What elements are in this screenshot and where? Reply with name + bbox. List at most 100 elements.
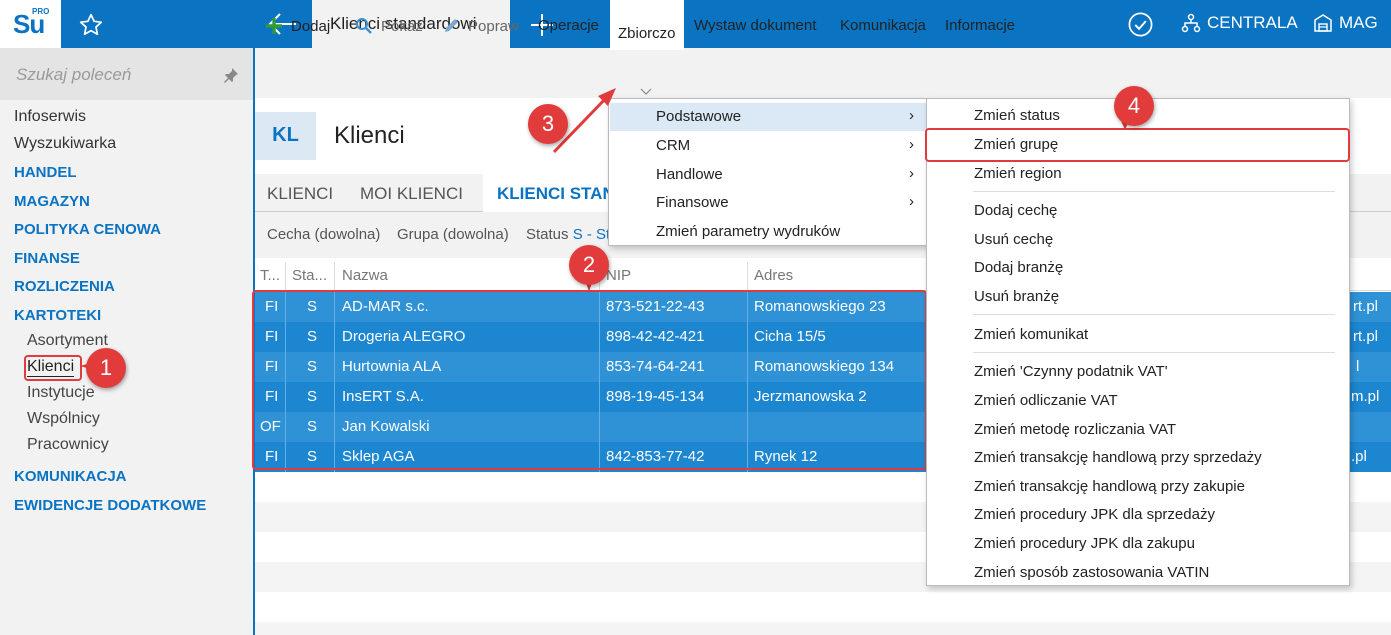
column-nip[interactable]: NIP — [606, 267, 631, 284]
centrala-button[interactable]: CENTRALA — [1181, 13, 1298, 33]
sidebar-section-finanse[interactable]: FINANSE — [14, 250, 80, 267]
logo-sup: PRO — [32, 7, 50, 16]
sidebar-section-magazyn[interactable]: MAGAZYN — [14, 193, 90, 210]
menu-item-dodaj-ceche[interactable]: Dodaj cechę — [974, 202, 1057, 219]
empty-row — [255, 622, 1391, 635]
org-structure-icon — [1181, 13, 1201, 33]
menu-item-crm[interactable]: CRM — [656, 137, 690, 154]
edit-label: Popraw — [468, 17, 519, 35]
column-name[interactable]: Nazwa — [342, 267, 388, 284]
sidebar-item-infoserwis[interactable]: Infoserwis — [14, 108, 86, 126]
menu-item-zmien-status[interactable]: Zmień status — [974, 107, 1060, 124]
sidebar-section-komunikacja[interactable]: KOMUNIKACJA — [14, 468, 127, 485]
column-separator[interactable] — [285, 262, 286, 290]
callout-badge-3: 3 — [528, 104, 568, 144]
bulk-dropdown-menu: Podstawowe › CRM › Handlowe › Finansowe … — [608, 98, 928, 246]
submenu-arrow-icon: › — [909, 136, 914, 153]
menu-item-dodaj-branze[interactable]: Dodaj branżę — [974, 259, 1063, 276]
plus-icon — [266, 18, 282, 34]
column-separator[interactable] — [747, 262, 748, 290]
menu-item-zmien-transakcje-zakup[interactable]: Zmień transakcję handlową przy zakupie — [974, 478, 1245, 495]
column-address[interactable]: Adres — [754, 267, 793, 284]
menu-item-usun-ceche[interactable]: Usuń cechę — [974, 231, 1053, 248]
sidebar-section-kartoteki[interactable]: KARTOTEKI — [14, 307, 101, 324]
sidebar-section-handel[interactable]: HANDEL — [14, 164, 77, 181]
tab-klienci[interactable]: KLIENCI — [267, 184, 333, 204]
basic-submenu: Zmień status Zmień grupę Zmień region Do… — [926, 98, 1350, 586]
pin-icon[interactable] — [222, 66, 240, 84]
operations-menu[interactable]: Operacje — [538, 17, 599, 34]
show-label: Pokaż — [381, 17, 423, 35]
menu-item-podstawowe[interactable]: Podstawowe — [656, 108, 741, 125]
menu-item-zmien-transakcje-sprzedaz[interactable]: Zmień transakcję handlową przy sprzedaży — [974, 449, 1262, 466]
centrala-label: CENTRALA — [1207, 13, 1298, 32]
tab-klienci-standardowi-list[interactable]: KLIENCI STAN — [497, 184, 615, 204]
add-button[interactable]: Dodaj — [265, 17, 330, 35]
sidebar-item-instytucje[interactable]: Instytucje — [27, 384, 95, 402]
warehouse-button[interactable]: MAG — [1313, 13, 1378, 33]
menu-item-zmien-odliczanie-vat[interactable]: Zmień odliczanie VAT — [974, 392, 1118, 409]
column-separator[interactable] — [334, 262, 335, 290]
menu-item-zmien-komunikat[interactable]: Zmień komunikat — [974, 326, 1088, 343]
toolbar — [255, 48, 1391, 98]
column-status[interactable]: Sta... — [292, 267, 327, 284]
menu-item-zmien-region[interactable]: Zmień region — [974, 165, 1062, 182]
menu-separator — [973, 314, 1335, 315]
add-label: Dodaj — [291, 17, 331, 35]
issue-document-menu[interactable]: Wystaw dokument — [694, 17, 816, 34]
sidebar-item-wspolnicy[interactable]: Wspólnicy — [27, 410, 100, 428]
menu-item-usun-branze[interactable]: Usuń branżę — [974, 288, 1059, 305]
sidebar-section-ewidencje-dodatkowe[interactable]: EWIDENCJE DODATKOWE — [14, 497, 206, 514]
menu-item-zmien-parametry-wydrukow[interactable]: Zmień parametry wydruków — [656, 223, 840, 240]
module-badge: KL — [255, 112, 316, 160]
menu-item-handlowe[interactable]: Handlowe — [656, 166, 723, 183]
show-button[interactable]: Pokaż — [355, 17, 423, 35]
selection-highlight-box — [252, 290, 927, 470]
page-title: Klienci — [334, 122, 405, 149]
star-icon[interactable] — [78, 12, 104, 38]
callout-badge-1: 1 — [86, 348, 126, 388]
filter-group[interactable]: Grupa (dowolna) — [397, 226, 509, 243]
menu-item-zmien-czynny-podatnik-vat[interactable]: Zmień 'Czynny podatnik VAT' — [974, 363, 1168, 380]
information-menu[interactable]: Informacje — [945, 17, 1015, 34]
callout-badge-4: 4 — [1114, 86, 1154, 126]
cell-email: m.pl — [1351, 388, 1380, 405]
filter-feature[interactable]: Cecha (dowolna) — [267, 226, 380, 243]
highlighted-menu-item-box — [925, 128, 1350, 162]
cell-email: rt.pl — [1353, 328, 1379, 345]
command-search[interactable]: Szukaj poleceń — [0, 48, 253, 100]
menu-item-zmien-sposob-vatin[interactable]: Zmień sposób zastosowania VATIN — [974, 564, 1209, 581]
module-badge-text: KL — [272, 124, 299, 146]
sidebar-section-polityka-cenowa[interactable]: POLITYKA CENOWA — [14, 221, 161, 238]
submenu-arrow-icon: › — [909, 107, 914, 124]
filter-status[interactable]: Status S - St — [526, 226, 610, 243]
callout-badge-2: 2 — [569, 245, 609, 285]
bulk-menu[interactable]: Zbiorczo — [610, 0, 684, 50]
submenu-arrow-icon: › — [909, 165, 914, 182]
sidebar-item-wyszukiwarka[interactable]: Wyszukiwarka — [14, 135, 116, 153]
sidebar-item-asortyment[interactable]: Asortyment — [27, 332, 108, 350]
magnifier-icon — [356, 18, 372, 34]
menu-separator — [973, 352, 1335, 353]
menu-item-zmien-procedury-jpk-zakup[interactable]: Zmień procedury JPK dla zakupu — [974, 535, 1195, 552]
communication-menu[interactable]: Komunikacja — [840, 17, 926, 34]
sidebar-item-pracownicy[interactable]: Pracownicy — [27, 436, 109, 454]
check-circle-icon[interactable] — [1127, 11, 1154, 38]
chevron-down-icon — [640, 88, 652, 95]
filter-status-label: Status — [526, 226, 569, 243]
filter-status-value: S - St — [572, 226, 611, 243]
menu-separator — [973, 191, 1335, 192]
tab-moi-klienci[interactable]: MOI KLIENCI — [360, 184, 463, 204]
cell-email: .pl — [1351, 448, 1367, 465]
column-type[interactable]: T... — [260, 267, 280, 284]
empty-row — [255, 592, 1391, 622]
menu-item-zmien-procedury-jpk-sprzedaz[interactable]: Zmień procedury JPK dla sprzedaży — [974, 506, 1215, 523]
pencil-icon — [445, 19, 458, 32]
edit-button[interactable]: Popraw — [442, 17, 519, 35]
menu-item-finansowe[interactable]: Finansowe — [656, 194, 729, 211]
sidebar-section-rozliczenia[interactable]: ROZLICZENIA — [14, 278, 115, 295]
cell-email: rt.pl — [1353, 298, 1379, 315]
app-logo[interactable]: Su PRO — [0, 0, 61, 48]
menu-item-zmien-metode-rozliczania-vat[interactable]: Zmień metodę rozliczania VAT — [974, 421, 1176, 438]
bulk-label: Zbiorczo — [618, 25, 676, 42]
